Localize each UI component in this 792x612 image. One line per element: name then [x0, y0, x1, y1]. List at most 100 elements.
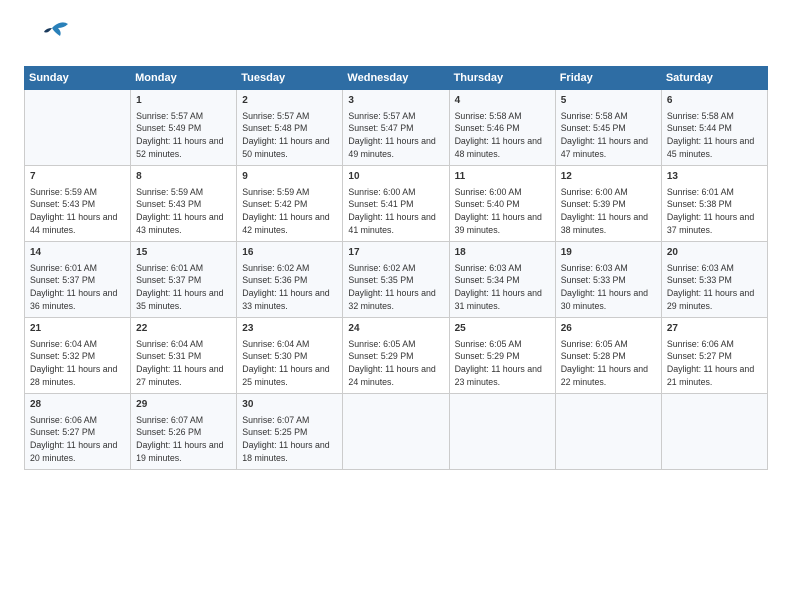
header-saturday: Saturday: [661, 67, 767, 90]
daylight-text: Daylight: 11 hours and 28 minutes.: [30, 364, 117, 387]
calendar-day-cell: 13Sunrise: 6:01 AMSunset: 5:38 PMDayligh…: [661, 166, 767, 242]
day-number: 18: [455, 246, 550, 260]
day-number: 22: [136, 322, 231, 336]
sunrise-text: Sunrise: 5:59 AM: [242, 187, 309, 197]
calendar-day-cell: 21Sunrise: 6:04 AMSunset: 5:32 PMDayligh…: [25, 318, 131, 394]
sunrise-text: Sunrise: 6:01 AM: [30, 263, 97, 273]
sunrise-text: Sunrise: 6:03 AM: [561, 263, 628, 273]
daylight-text: Daylight: 11 hours and 22 minutes.: [561, 364, 648, 387]
day-number: 15: [136, 246, 231, 260]
daylight-text: Daylight: 11 hours and 21 minutes.: [667, 364, 754, 387]
sunset-text: Sunset: 5:44 PM: [667, 123, 732, 133]
sunrise-text: Sunrise: 6:05 AM: [348, 339, 415, 349]
calendar-day-cell: 30Sunrise: 6:07 AMSunset: 5:25 PMDayligh…: [237, 394, 343, 470]
calendar-day-cell: 19 Sunrise: 6:03 AM Sunset: 5:33 PM Dayligh…: [555, 242, 661, 318]
day-number: 21: [30, 322, 125, 336]
header-sunday: Sunday: [25, 67, 131, 90]
sunrise-text: Sunrise: 5:58 AM: [667, 111, 734, 121]
day-number: 4: [455, 94, 550, 108]
daylight-text: Daylight: 11 hours and 43 minutes.: [136, 212, 223, 235]
sunset-text: Sunset: 5:34 PM: [455, 275, 520, 285]
sunrise-text: Sunrise: 5:58 AM: [455, 111, 522, 121]
calendar-day-cell: 5 Sunrise: 5:58 AM Sunset: 5:45 PM Daylight…: [555, 90, 661, 166]
sunset-text: Sunset: 5:38 PM: [667, 199, 732, 209]
calendar-day-cell: [449, 394, 555, 470]
calendar-week-row: 14 Sunrise: 6:01 AM Sunset: 5:37 PM Dayligh…: [25, 242, 768, 318]
daylight-text: Daylight: 11 hours and 27 minutes.: [136, 364, 223, 387]
sunset-text: Sunset: 5:46 PM: [455, 123, 520, 133]
calendar-day-cell: 25Sunrise: 6:05 AMSunset: 5:29 PMDayligh…: [449, 318, 555, 394]
sunrise-text: Sunrise: 5:57 AM: [136, 111, 203, 121]
calendar-day-cell: 12Sunrise: 6:00 AMSunset: 5:39 PMDayligh…: [555, 166, 661, 242]
day-number: 5: [561, 94, 656, 108]
daylight-text: Daylight: 11 hours and 52 minutes.: [136, 136, 223, 159]
day-number: 29: [136, 398, 231, 412]
sunset-text: Sunset: 5:43 PM: [136, 199, 201, 209]
daylight-text: Daylight: 11 hours and 19 minutes.: [136, 440, 223, 463]
daylight-text: Daylight: 11 hours and 37 minutes.: [667, 212, 754, 235]
daylight-text: Daylight: 11 hours and 47 minutes.: [561, 136, 648, 159]
sunset-text: Sunset: 5:37 PM: [136, 275, 201, 285]
sunset-text: Sunset: 5:30 PM: [242, 351, 307, 361]
day-number: 25: [455, 322, 550, 336]
sunset-text: Sunset: 5:29 PM: [348, 351, 413, 361]
day-number: 23: [242, 322, 337, 336]
sunset-text: Sunset: 5:26 PM: [136, 427, 201, 437]
logo-icon: [24, 18, 72, 58]
sunrise-text: Sunrise: 5:57 AM: [242, 111, 309, 121]
sunset-text: Sunset: 5:37 PM: [30, 275, 95, 285]
daylight-text: Daylight: 11 hours and 44 minutes.: [30, 212, 117, 235]
sunset-text: Sunset: 5:45 PM: [561, 123, 626, 133]
day-number: 9: [242, 170, 337, 184]
calendar-day-cell: 4 Sunrise: 5:58 AM Sunset: 5:46 PM Daylight…: [449, 90, 555, 166]
sunset-text: Sunset: 5:29 PM: [455, 351, 520, 361]
day-number: 8: [136, 170, 231, 184]
day-number: 20: [667, 246, 762, 260]
header-tuesday: Tuesday: [237, 67, 343, 90]
sunset-text: Sunset: 5:47 PM: [348, 123, 413, 133]
daylight-text: Daylight: 11 hours and 35 minutes.: [136, 288, 223, 311]
calendar-day-cell: 7Sunrise: 5:59 AMSunset: 5:43 PMDaylight…: [25, 166, 131, 242]
daylight-text: Daylight: 11 hours and 24 minutes.: [348, 364, 435, 387]
sunrise-text: Sunrise: 6:01 AM: [667, 187, 734, 197]
calendar-day-cell: 15Sunrise: 6:01 AMSunset: 5:37 PMDayligh…: [131, 242, 237, 318]
calendar-day-cell: 10Sunrise: 6:00 AMSunset: 5:41 PMDayligh…: [343, 166, 449, 242]
daylight-text: Daylight: 11 hours and 25 minutes.: [242, 364, 329, 387]
day-number: 14: [30, 246, 125, 260]
calendar-day-cell: [343, 394, 449, 470]
page-header: [24, 18, 768, 58]
daylight-text: Daylight: 11 hours and 18 minutes.: [242, 440, 329, 463]
calendar-day-cell: 6Sunrise: 5:58 AMSunset: 5:44 PMDaylight…: [661, 90, 767, 166]
header-friday: Friday: [555, 67, 661, 90]
sunrise-text: Sunrise: 6:04 AM: [136, 339, 203, 349]
daylight-text: Daylight: 11 hours and 30 minutes.: [561, 288, 648, 311]
header-monday: Monday: [131, 67, 237, 90]
day-number: 6: [667, 94, 762, 108]
day-number: 28: [30, 398, 125, 412]
sunrise-text: Sunrise: 6:04 AM: [242, 339, 309, 349]
day-number: 19: [561, 246, 656, 260]
sunset-text: Sunset: 5:41 PM: [348, 199, 413, 209]
sunset-text: Sunset: 5:40 PM: [455, 199, 520, 209]
calendar-day-cell: 23 Sunrise: 6:04 AM Sunset: 5:30 PM Dayligh…: [237, 318, 343, 394]
daylight-text: Daylight: 11 hours and 33 minutes.: [242, 288, 329, 311]
sunset-text: Sunset: 5:31 PM: [136, 351, 201, 361]
day-number: 1: [136, 94, 231, 108]
calendar-week-row: 7Sunrise: 5:59 AMSunset: 5:43 PMDaylight…: [25, 166, 768, 242]
daylight-text: Daylight: 11 hours and 31 minutes.: [455, 288, 542, 311]
sunrise-text: Sunrise: 6:02 AM: [348, 263, 415, 273]
calendar-day-cell: 17Sunrise: 6:02 AMSunset: 5:35 PMDayligh…: [343, 242, 449, 318]
sunset-text: Sunset: 5:36 PM: [242, 275, 307, 285]
calendar-day-cell: 22 Sunrise: 6:04 AM Sunset: 5:31 PM Dayligh…: [131, 318, 237, 394]
sunrise-text: Sunrise: 6:04 AM: [30, 339, 97, 349]
day-number: 16: [242, 246, 337, 260]
day-number: 17: [348, 246, 443, 260]
sunset-text: Sunset: 5:25 PM: [242, 427, 307, 437]
sunset-text: Sunset: 5:39 PM: [561, 199, 626, 209]
calendar-day-cell: [555, 394, 661, 470]
calendar-day-cell: 9Sunrise: 5:59 AMSunset: 5:42 PMDaylight…: [237, 166, 343, 242]
sunrise-text: Sunrise: 5:59 AM: [136, 187, 203, 197]
sunrise-text: Sunrise: 5:58 AM: [561, 111, 628, 121]
daylight-text: Daylight: 11 hours and 48 minutes.: [455, 136, 542, 159]
sunset-text: Sunset: 5:33 PM: [561, 275, 626, 285]
